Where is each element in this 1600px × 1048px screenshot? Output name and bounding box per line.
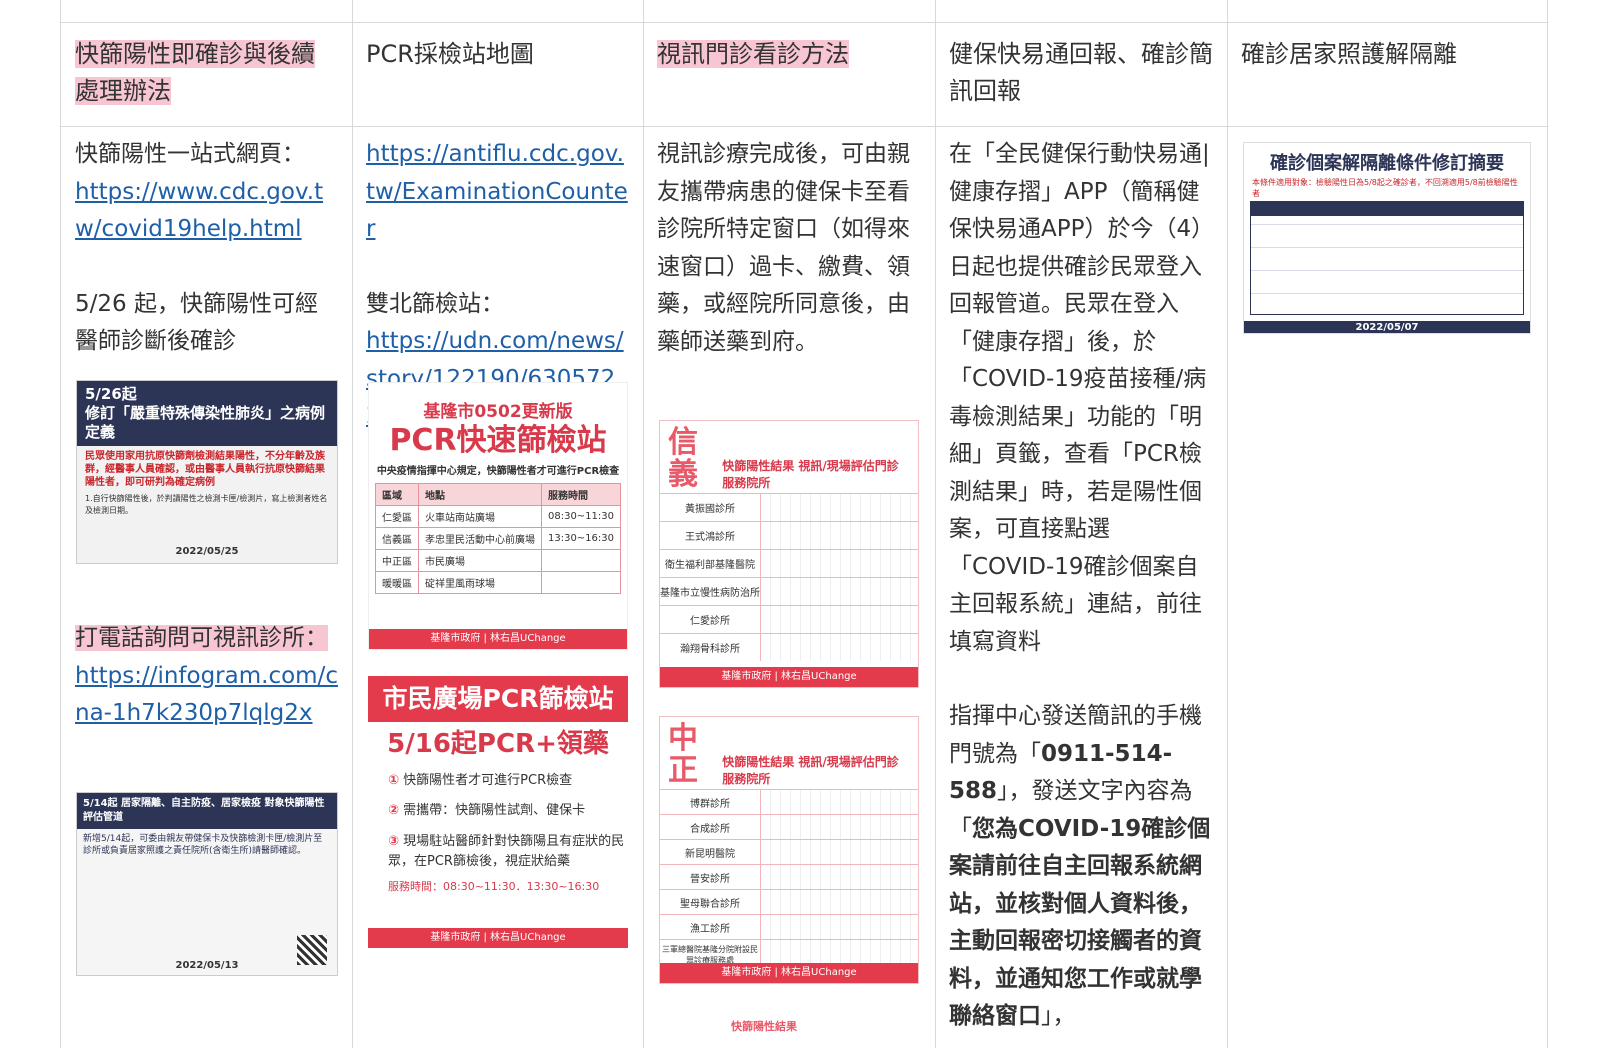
poster-case-definition-title: 5/26起 修訂「嚴重特殊傳染性肺炎」之病例定義 xyxy=(77,381,337,446)
poster-case-definition-highlight: 民眾使用家用抗原快篩劑檢測結果陽性，不分年齡及族群，經醫事人員確認，或由醫事人員… xyxy=(85,451,325,488)
poster-plaza-bar: 市民廣場PCR篩檢站 xyxy=(368,676,628,722)
info-table: 快篩陽性即確診與後續處理辦法 PCR採檢站地圖 視訊門診看診方法 健保快易通回報… xyxy=(60,0,1548,1048)
poster-pcr-footer: 基隆市政府 | 林右昌UChange xyxy=(369,629,627,649)
clinic-row: 聖母聯合診所 xyxy=(660,889,918,914)
poster-plaza-item: ② 需攜帶：快篩陽性試劑、健保卡 xyxy=(388,803,586,818)
col1-heading2: 打電話詢問可視訊診所： xyxy=(75,625,328,651)
poster-isolation-tags: 5/14起 居家隔離、自主防疫、居家檢疫 對象快篩陽性評估管道 xyxy=(77,793,337,829)
poster-plaza-item: ③ 現場駐站醫師針對快篩陽且有症狀的民眾，在PCR篩檢後，視症狀給藥 xyxy=(388,834,625,869)
col4-cell: 在「全民健保行動快易通|健康存摺」APP（簡稱健保快易通APP）於今（4）日起也… xyxy=(935,136,1227,1036)
clinic-row: 漁工診所 xyxy=(660,914,918,939)
sms-content: 您為COVID-19確診個案請前往自主回報系統網站，並核對個人資料後，主動回報密… xyxy=(949,815,1211,1030)
header-cell-home-care: 確診居家照護解隔離 xyxy=(1227,22,1547,73)
poster-plaza-pcr: 市民廣場PCR篩檢站 5/16起PCR+領藥 ① 快篩陽性者才可進行PCR檢查 … xyxy=(368,676,628,948)
poster-case-definition-note: 1.自行快篩陽性後，於判讀陽性之檢測卡匣/檢測片，寫上檢測者姓名及檢測日期。 xyxy=(85,494,328,515)
poster-isolation-date: 2022/05/13 xyxy=(175,960,239,971)
poster-pcr-table: 區域 地點 服務時間 仁愛區 火車站南站廣場 08:30~11:30 信義區 孝忠里民活動… xyxy=(374,483,622,594)
header-pcr-map: PCR採檢站地圖 xyxy=(366,40,534,68)
header-home-care: 確診居家照護解隔離 xyxy=(1241,40,1457,68)
poster-pcr-title-small: 基隆市0502更新版 xyxy=(423,402,573,422)
table-top-row xyxy=(61,0,1547,23)
poster-zhongzheng-name: 中正 xyxy=(668,721,698,788)
column-divider xyxy=(1227,0,1228,1048)
poster-plaza-item: ① 快篩陽性者才可進行PCR檢查 xyxy=(388,773,573,788)
col4-text1: 在「全民健保行動快易通|健康存摺」APP（簡稱健保快易通APP）於今（4）日起也… xyxy=(949,141,1210,655)
poster-xinyi-desc: 快篩陽性結果 視訊/現場評估門診服務院所 xyxy=(722,459,899,490)
clinic-row: 新昆明醫院 xyxy=(660,839,918,864)
clinic-row: 基隆市立慢性病防治所 xyxy=(660,577,918,605)
poster-release-conditions: 確診個案解隔離條件修訂摘要 本條件適用對象：檢驗陽性日為5/8起之確診者，不回溯… xyxy=(1243,142,1531,334)
poster-zhongzheng-clinics: 中正 快篩陽性結果 視訊/現場評估門診服務院所 博群診所 合成診所 新昆明醫院 晉… xyxy=(659,716,919,984)
header-video-clinic: 視訊門診看診方法 xyxy=(657,40,849,68)
poster-case-definition-date: 2022/05/25 xyxy=(175,546,239,557)
col1-cell-lower: 打電話詢問可視訊診所： https://infogram.com/cna-1h7… xyxy=(61,620,352,733)
clinic-row: 王式鴻診所 xyxy=(660,521,918,549)
header-cell-pcr-map: PCR採檢站地圖 xyxy=(352,22,643,73)
poster-partial-next: 快篩陽性結果 xyxy=(659,1014,919,1048)
poster-pcr-subtitle: 中央疫情指揮中心規定，快篩陽性者才可進行PCR檢查 xyxy=(376,466,620,477)
poster-xinyi-footer: 基隆市政府 | 林右昌UChange xyxy=(660,667,918,687)
clinic-row: 仁愛診所 xyxy=(660,605,918,633)
clinic-row: 衛生福利部基隆醫院 xyxy=(660,549,918,577)
clinic-row: 黃振國診所 xyxy=(660,493,918,521)
header-cell-rapid-test: 快篩陽性即確診與後續處理辦法 xyxy=(61,22,352,110)
clinic-row: 博群診所 xyxy=(660,789,918,814)
col3-cell: 視訊診療完成後，可由親友攜帶病患的健保卡至看診院所特定窗口（如得來速窗口）過卡、… xyxy=(643,136,935,361)
clinic-row: 合成診所 xyxy=(660,814,918,839)
col1-cell: 快篩陽性一站式網頁： https://www.cdc.gov.tw/covid1… xyxy=(61,136,352,361)
col3-text: 視訊診療完成後，可由親友攜帶病患的健保卡至看診院所特定窗口（如得來速窗口）過卡、… xyxy=(657,141,910,355)
poster-plaza-hours: 服務時間：08:30~11:30．13:30~16:30 xyxy=(388,880,600,893)
poster-release-date: 2022/05/07 xyxy=(1244,321,1530,333)
poster-isolation-assessment: 5/14起 居家隔離、自主防疫、居家檢疫 對象快篩陽性評估管道 新增5/14起，… xyxy=(76,792,338,976)
poster-pcr-stations: 基隆市0502更新版 PCR快速篩檢站 中央疫情指揮中心規定，快篩陽性者才可進行… xyxy=(368,382,628,650)
poster-release-table xyxy=(1250,201,1524,315)
col4-text2: 指揮中心發送簡訊的手機門號為「0911-514-588」，發送文字內容為「您為C… xyxy=(949,703,1211,1030)
poster-case-definition: 5/26起 修訂「嚴重特殊傳染性肺炎」之病例定義 民眾使用家用抗原快篩劑檢測結果… xyxy=(76,380,338,564)
poster-release-title: 確診個案解隔離條件修訂摘要 xyxy=(1270,153,1504,174)
poster-zhongzheng-footer: 基隆市政府 | 林右昌UChange xyxy=(660,963,918,983)
poster-xinyi-clinics: 信義 快篩陽性結果 視訊/現場評估門診服務院所 黃振國診所 王式鴻診所 衛生福利部… xyxy=(659,420,919,688)
col2-line2: 雙北篩檢站： xyxy=(366,290,504,317)
clinic-row: 瀚翔骨科診所 xyxy=(660,633,918,661)
col1-line1: 快篩陽性一站式網頁： xyxy=(75,141,305,167)
poster-plaza-big: 5/16起PCR+領藥 xyxy=(387,729,609,759)
col2-link-antiflu[interactable]: https://antiflu.cdc.gov.tw/ExaminationCo… xyxy=(366,141,628,242)
header-rapid-test: 快篩陽性即確診與後續處理辦法 xyxy=(75,40,315,105)
header-cell-nhi-report: 健保快易通回報、確診簡訊回報 xyxy=(935,22,1227,110)
poster-isolation-text: 新增5/14起，可委由親友帶健保卡及快篩檢測卡匣/檢測片至診所或負責居家照護之責… xyxy=(83,834,323,856)
poster-zhongzheng-desc: 快篩陽性結果 視訊/現場評估門診服務院所 xyxy=(722,755,899,786)
poster-pcr-title-big: PCR快速篩檢站 xyxy=(389,423,607,458)
col1-line2: 5/26 起，快篩陽性可經醫師診斷後確診 xyxy=(75,290,318,355)
header-cell-video-clinic: 視訊門診看診方法 xyxy=(643,22,935,73)
clinic-row: 晉安診所 xyxy=(660,864,918,889)
poster-xinyi-name: 信義 xyxy=(668,425,698,492)
header-nhi-report: 健保快易通回報、確診簡訊回報 xyxy=(949,40,1213,105)
col1-link-infogram[interactable]: https://infogram.com/cna-1h7k230p7lqlg2x xyxy=(75,663,338,727)
col1-link-cdc[interactable]: https://www.cdc.gov.tw/covid19help.html xyxy=(75,179,323,243)
poster-release-red: 本條件適用對象：檢驗陽性日為5/8起之確診者，不回溯適用5/8前檢驗陽性者 xyxy=(1252,178,1518,198)
poster-plaza-footer: 基隆市政府 | 林右昌UChange xyxy=(368,928,628,948)
